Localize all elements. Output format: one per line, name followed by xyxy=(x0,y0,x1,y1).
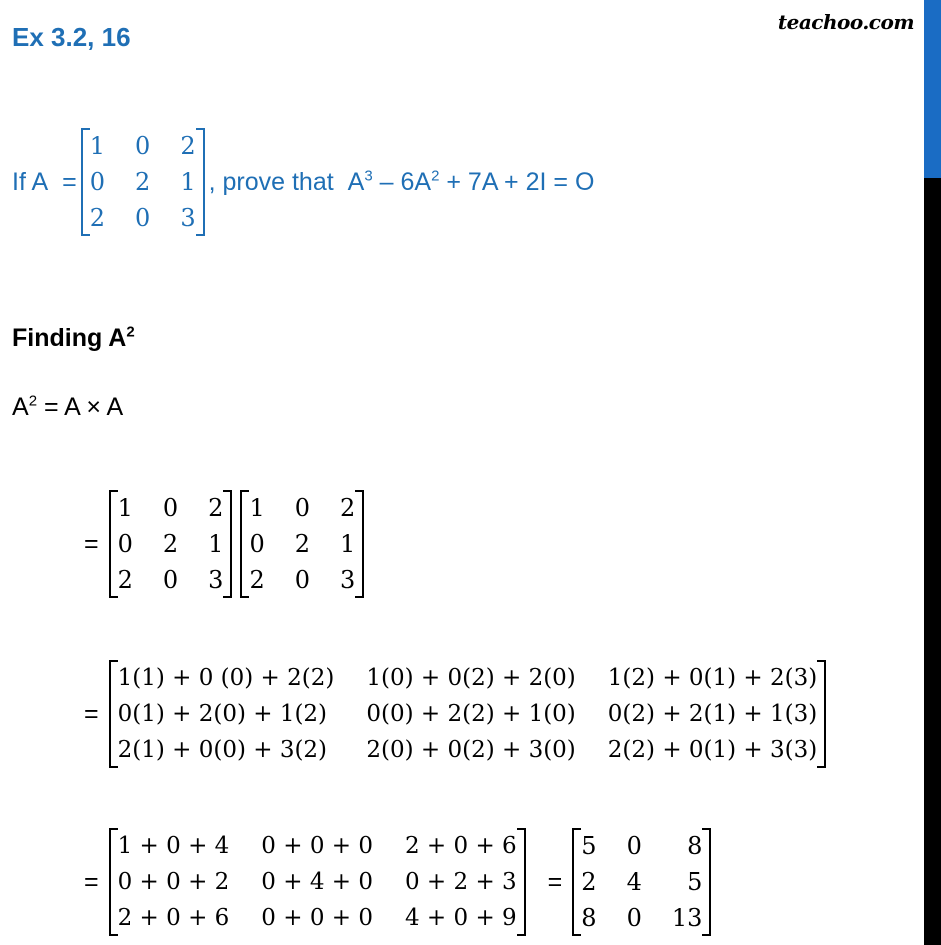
matrix-cell: 0 + 0 + 0 xyxy=(261,833,373,859)
matrix-cell: 0 xyxy=(89,168,106,196)
matrix-cell: 1 xyxy=(340,530,356,558)
question-suffix: , prove that xyxy=(208,167,334,196)
matrix-expanded-products: 1(1) + 0 (0) + 2(2) 1(0) + 0(2) + 2(0) 1(2… xyxy=(108,660,827,768)
matrix-cell: 0 xyxy=(135,132,151,160)
matrix-a-left: 1 0 2 0 2 1 2 0 3 xyxy=(108,490,233,598)
section-heading: Finding A2 xyxy=(12,324,135,353)
matrix-cell: 2 + 0 + 6 xyxy=(404,833,517,859)
step-2: = 1(1) + 0 (0) + 2(2) 1(0) + 0(2) + 2(0) 1… xyxy=(84,660,830,768)
matrix-cell: 1 xyxy=(249,494,265,522)
matrix-cell: 1 xyxy=(180,168,196,196)
matrix-cell: 2(2) + 0(1) + 3(3) xyxy=(607,737,818,763)
statement: A3 – 6A2 + 7A + 2I = O xyxy=(348,168,595,197)
matrix-cell: 1(2) + 0(1) + 2(3) xyxy=(607,665,818,691)
statement-exp-1: 3 xyxy=(364,167,373,185)
matrix-cell: 2 xyxy=(162,530,179,558)
step-1: = 102021203 102021203 xyxy=(84,490,368,598)
exercise-title: Ex 3.2, 16 xyxy=(12,22,131,52)
question-prefix: If A xyxy=(12,167,49,196)
matrix-cell: 1 xyxy=(208,530,224,558)
matrix-cell: 4 + 0 + 9 xyxy=(404,905,517,931)
matrix-cell: 0 xyxy=(117,530,133,558)
matrix-cell: 0(0) + 2(2) + 1(0) xyxy=(366,701,576,727)
matrix-a-right: 1 0 2 0 2 1 2 0 3 xyxy=(240,490,365,598)
matrix-grid: 1 + 0 + 4 0 + 0 + 0 2 + 0 + 6 0 + 0 + 2 0 + … xyxy=(118,828,517,936)
matrix-cell: 5 xyxy=(687,868,703,896)
equals-sign: = xyxy=(84,867,99,896)
matrix-cell: 2(1) + 0(0) + 3(2) xyxy=(117,737,328,763)
matrix-cell: 3 xyxy=(340,566,356,594)
matrix-cell: 2 xyxy=(180,132,196,160)
matrix-cell: 1 xyxy=(117,494,133,522)
matrix-cell: 0(2) + 2(1) + 1(3) xyxy=(607,701,818,727)
matrix-cell: 2 + 0 + 6 xyxy=(117,905,230,931)
heading-label: Finding A xyxy=(12,324,127,352)
matrix-cell: 0 xyxy=(162,566,179,594)
matrix-a: 1 0 2 0 2 1 2 0 3 xyxy=(80,128,205,236)
matrix-cell: 0 + 0 + 0 xyxy=(261,905,373,931)
question-equals: = xyxy=(62,167,77,196)
matrix-cell: 2 xyxy=(135,168,151,196)
definition-lhs: A xyxy=(12,393,29,421)
matrix-cell: 3 xyxy=(208,566,224,594)
definition-rhs: = A × A xyxy=(37,393,124,421)
matrix-cell: 1(1) + 0 (0) + 2(2) xyxy=(117,665,335,691)
vertical-scrollbar[interactable] xyxy=(924,0,941,945)
definition-exp: 2 xyxy=(28,392,38,410)
matrix-cell: 1(0) + 0(2) + 2(0) xyxy=(366,665,576,691)
matrix-cell: 1 + 0 + 4 xyxy=(117,833,230,859)
matrix-cell: 8 xyxy=(581,904,597,932)
matrix-cell: 2 xyxy=(89,204,106,232)
matrix-cell: 2 xyxy=(581,868,597,896)
equals-sign: = xyxy=(84,699,99,728)
definition-line: A2 = A × A xyxy=(12,393,123,422)
matrix-grid: 1 0 2 0 2 1 2 0 3 xyxy=(118,490,224,598)
matrix-cell: 0 xyxy=(162,494,179,522)
heading-exp: 2 xyxy=(126,323,135,341)
matrix-cell: 0 xyxy=(294,494,311,522)
step-3: = 1 + 0 + 4 0 + 0 + 0 2 + 0 + 6 0 + 0 + 2 0 … xyxy=(84,828,715,936)
heading-text: Finding A2 xyxy=(12,324,135,353)
statement-term-2: – 6A xyxy=(372,167,432,196)
matrix-cell: 2 xyxy=(208,494,224,522)
matrix-cell: 13 xyxy=(671,904,703,932)
matrix-cell: 0 xyxy=(626,904,642,932)
matrix-cell: 2 xyxy=(117,566,133,594)
matrix-cell: 5 xyxy=(581,832,597,860)
matrix-grid: 5 0 8 2 4 5 8 0 13 xyxy=(581,828,702,936)
matrix-cell: 2 xyxy=(340,494,356,522)
matrix-cell: 2 xyxy=(294,530,311,558)
matrix-a-squared-result: 5 0 8 2 4 5 8 0 13 xyxy=(572,828,712,936)
matrix-cell: 0 + 2 + 3 xyxy=(404,869,517,895)
matrix-cell: 2(0) + 0(2) + 3(0) xyxy=(366,737,576,763)
scrollbar-thumb[interactable] xyxy=(924,0,941,178)
document-page: Ex 3.2, 16 teachoo.com If A = 102021203 … xyxy=(0,0,922,945)
brand-logo: teachoo.com xyxy=(777,10,915,34)
equals-sign: = xyxy=(547,867,563,896)
statement-term-1: A xyxy=(347,167,365,196)
matrix-cell: 0(1) + 2(0) + 1(2) xyxy=(117,701,328,727)
matrix-cell: 2 xyxy=(249,566,265,594)
matrix-sums: 1 + 0 + 4 0 + 0 + 0 2 + 0 + 6 0 + 0 + 2 0 + … xyxy=(108,828,526,936)
matrix-grid: 1 0 2 0 2 1 2 0 3 xyxy=(249,490,355,598)
matrix-cell: 8 xyxy=(687,832,703,860)
matrix-cell: 0 xyxy=(249,530,265,558)
question-line: If A = 1 0 2 0 2 1 2 0 3 , prove that A3 – 6A2 +… xyxy=(12,128,594,236)
matrix-cell: 0 xyxy=(135,204,151,232)
matrix-cell: 3 xyxy=(180,204,196,232)
statement-term-3: + 7A + 2I = O xyxy=(439,167,595,196)
matrix-cell: 4 xyxy=(626,868,642,896)
matrix-cell: 1 xyxy=(89,132,106,160)
matrix-grid: 1(1) + 0 (0) + 2(2) 1(0) + 0(2) + 2(0) 1(2… xyxy=(118,660,818,768)
definition-text: A2 = A × A xyxy=(12,393,123,422)
equals-sign: = xyxy=(84,529,99,558)
matrix-cell: 0 xyxy=(294,566,311,594)
matrix-cell: 0 xyxy=(626,832,642,860)
matrix-cell: 0 + 4 + 0 xyxy=(261,869,373,895)
matrix-cell: 0 + 0 + 2 xyxy=(117,869,230,895)
matrix-grid: 1 0 2 0 2 1 2 0 3 xyxy=(90,128,196,236)
